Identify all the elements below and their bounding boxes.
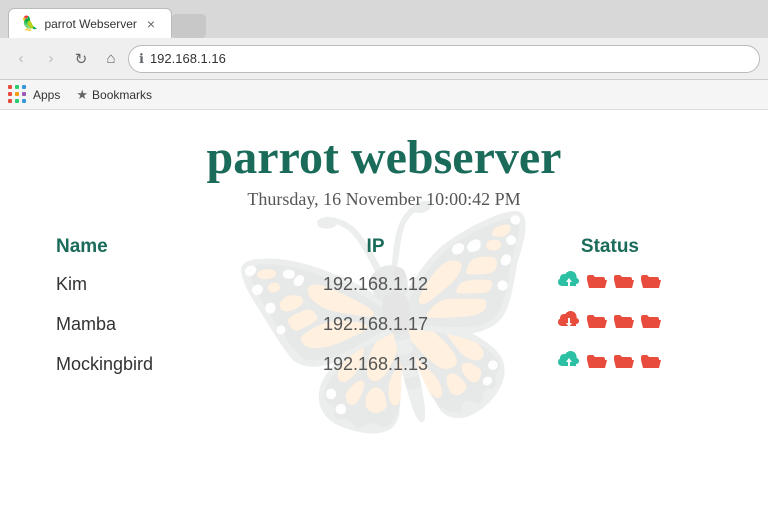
tab-title: parrot Webserver bbox=[44, 17, 136, 31]
browser-chrome: 🦜 parrot Webserver × ‹ › ↻ ⌂ ℹ 192.168.1… bbox=[0, 0, 768, 110]
folder-icon-0 bbox=[585, 271, 609, 297]
home-button[interactable]: ⌂ bbox=[98, 46, 124, 72]
apps-dot bbox=[8, 85, 12, 89]
tab-favicon: 🦜 bbox=[21, 15, 38, 32]
bookmark-star-icon: ★ bbox=[76, 87, 88, 103]
download-cloud-icon bbox=[556, 310, 582, 338]
toolbar: ‹ › ↻ ⌂ ℹ 192.168.1.16 bbox=[0, 38, 768, 80]
cell-status bbox=[492, 304, 728, 344]
tab-close-button[interactable]: × bbox=[143, 16, 159, 32]
apps-dot bbox=[15, 85, 19, 89]
address-text: 192.168.1.16 bbox=[150, 51, 226, 66]
bookmarks-label: Bookmarks bbox=[92, 88, 152, 102]
cell-status bbox=[492, 264, 728, 304]
folder-icon-1 bbox=[612, 271, 636, 297]
folder-icon-2 bbox=[639, 311, 663, 337]
bookmarks-item[interactable]: ★ Bookmarks bbox=[76, 87, 152, 103]
bookmarks-bar: Apps ★ Bookmarks bbox=[0, 80, 768, 110]
apps-dot bbox=[8, 92, 12, 96]
cell-ip: 192.168.1.17 bbox=[259, 304, 492, 344]
table-row: Kim192.168.1.12 bbox=[40, 264, 728, 304]
cell-name: Kim bbox=[40, 264, 259, 304]
site-datetime: Thursday, 16 November 10:00:42 PM bbox=[40, 189, 728, 210]
apps-dot bbox=[22, 92, 26, 96]
folder-icon-2 bbox=[639, 351, 663, 377]
apps-dot bbox=[15, 92, 19, 96]
col-ip-header: IP bbox=[259, 230, 492, 264]
upload-cloud-icon bbox=[556, 270, 582, 298]
folder-icon-1 bbox=[612, 311, 636, 337]
status-icons-group bbox=[508, 270, 712, 298]
cell-ip: 192.168.1.12 bbox=[259, 264, 492, 304]
page-content: 🦋 parrot webserver Thursday, 16 November… bbox=[0, 110, 768, 512]
folder-icon-0 bbox=[585, 311, 609, 337]
folder-icon-1 bbox=[612, 351, 636, 377]
apps-dot bbox=[22, 99, 26, 103]
folder-icon-0 bbox=[585, 351, 609, 377]
address-bar[interactable]: ℹ 192.168.1.16 bbox=[128, 45, 760, 73]
apps-item[interactable]: Apps bbox=[8, 85, 68, 104]
address-info-icon: ℹ bbox=[139, 51, 144, 67]
cell-status bbox=[492, 344, 728, 384]
status-icons-group bbox=[508, 350, 712, 378]
new-tab-placeholder bbox=[172, 14, 206, 38]
col-status-header: Status bbox=[492, 230, 728, 264]
cell-name: Mockingbird bbox=[40, 344, 259, 384]
col-name-header: Name bbox=[40, 230, 259, 264]
cell-ip: 192.168.1.13 bbox=[259, 344, 492, 384]
apps-dot bbox=[15, 99, 19, 103]
tab-bar: 🦜 parrot Webserver × bbox=[0, 0, 768, 38]
apps-dot bbox=[22, 85, 26, 89]
reload-button[interactable]: ↻ bbox=[68, 46, 94, 72]
site-title: parrot webserver bbox=[40, 130, 728, 185]
back-button[interactable]: ‹ bbox=[8, 46, 34, 72]
forward-button[interactable]: › bbox=[38, 46, 64, 72]
table-header-row: Name IP Status bbox=[40, 230, 728, 264]
server-table: Name IP Status Kim192.168.1.12 Mamba192.… bbox=[40, 230, 728, 384]
upload-cloud-icon bbox=[556, 350, 582, 378]
active-tab[interactable]: 🦜 parrot Webserver × bbox=[8, 8, 172, 38]
cell-name: Mamba bbox=[40, 304, 259, 344]
main-content: parrot webserver Thursday, 16 November 1… bbox=[0, 110, 768, 404]
table-row: Mamba192.168.1.17 bbox=[40, 304, 728, 344]
new-tab-area bbox=[172, 14, 760, 38]
table-row: Mockingbird192.168.1.13 bbox=[40, 344, 728, 384]
status-icons-group bbox=[508, 310, 712, 338]
apps-grid-icon bbox=[8, 85, 27, 104]
folder-icon-2 bbox=[639, 271, 663, 297]
apps-label: Apps bbox=[33, 88, 60, 102]
apps-dot bbox=[8, 99, 12, 103]
